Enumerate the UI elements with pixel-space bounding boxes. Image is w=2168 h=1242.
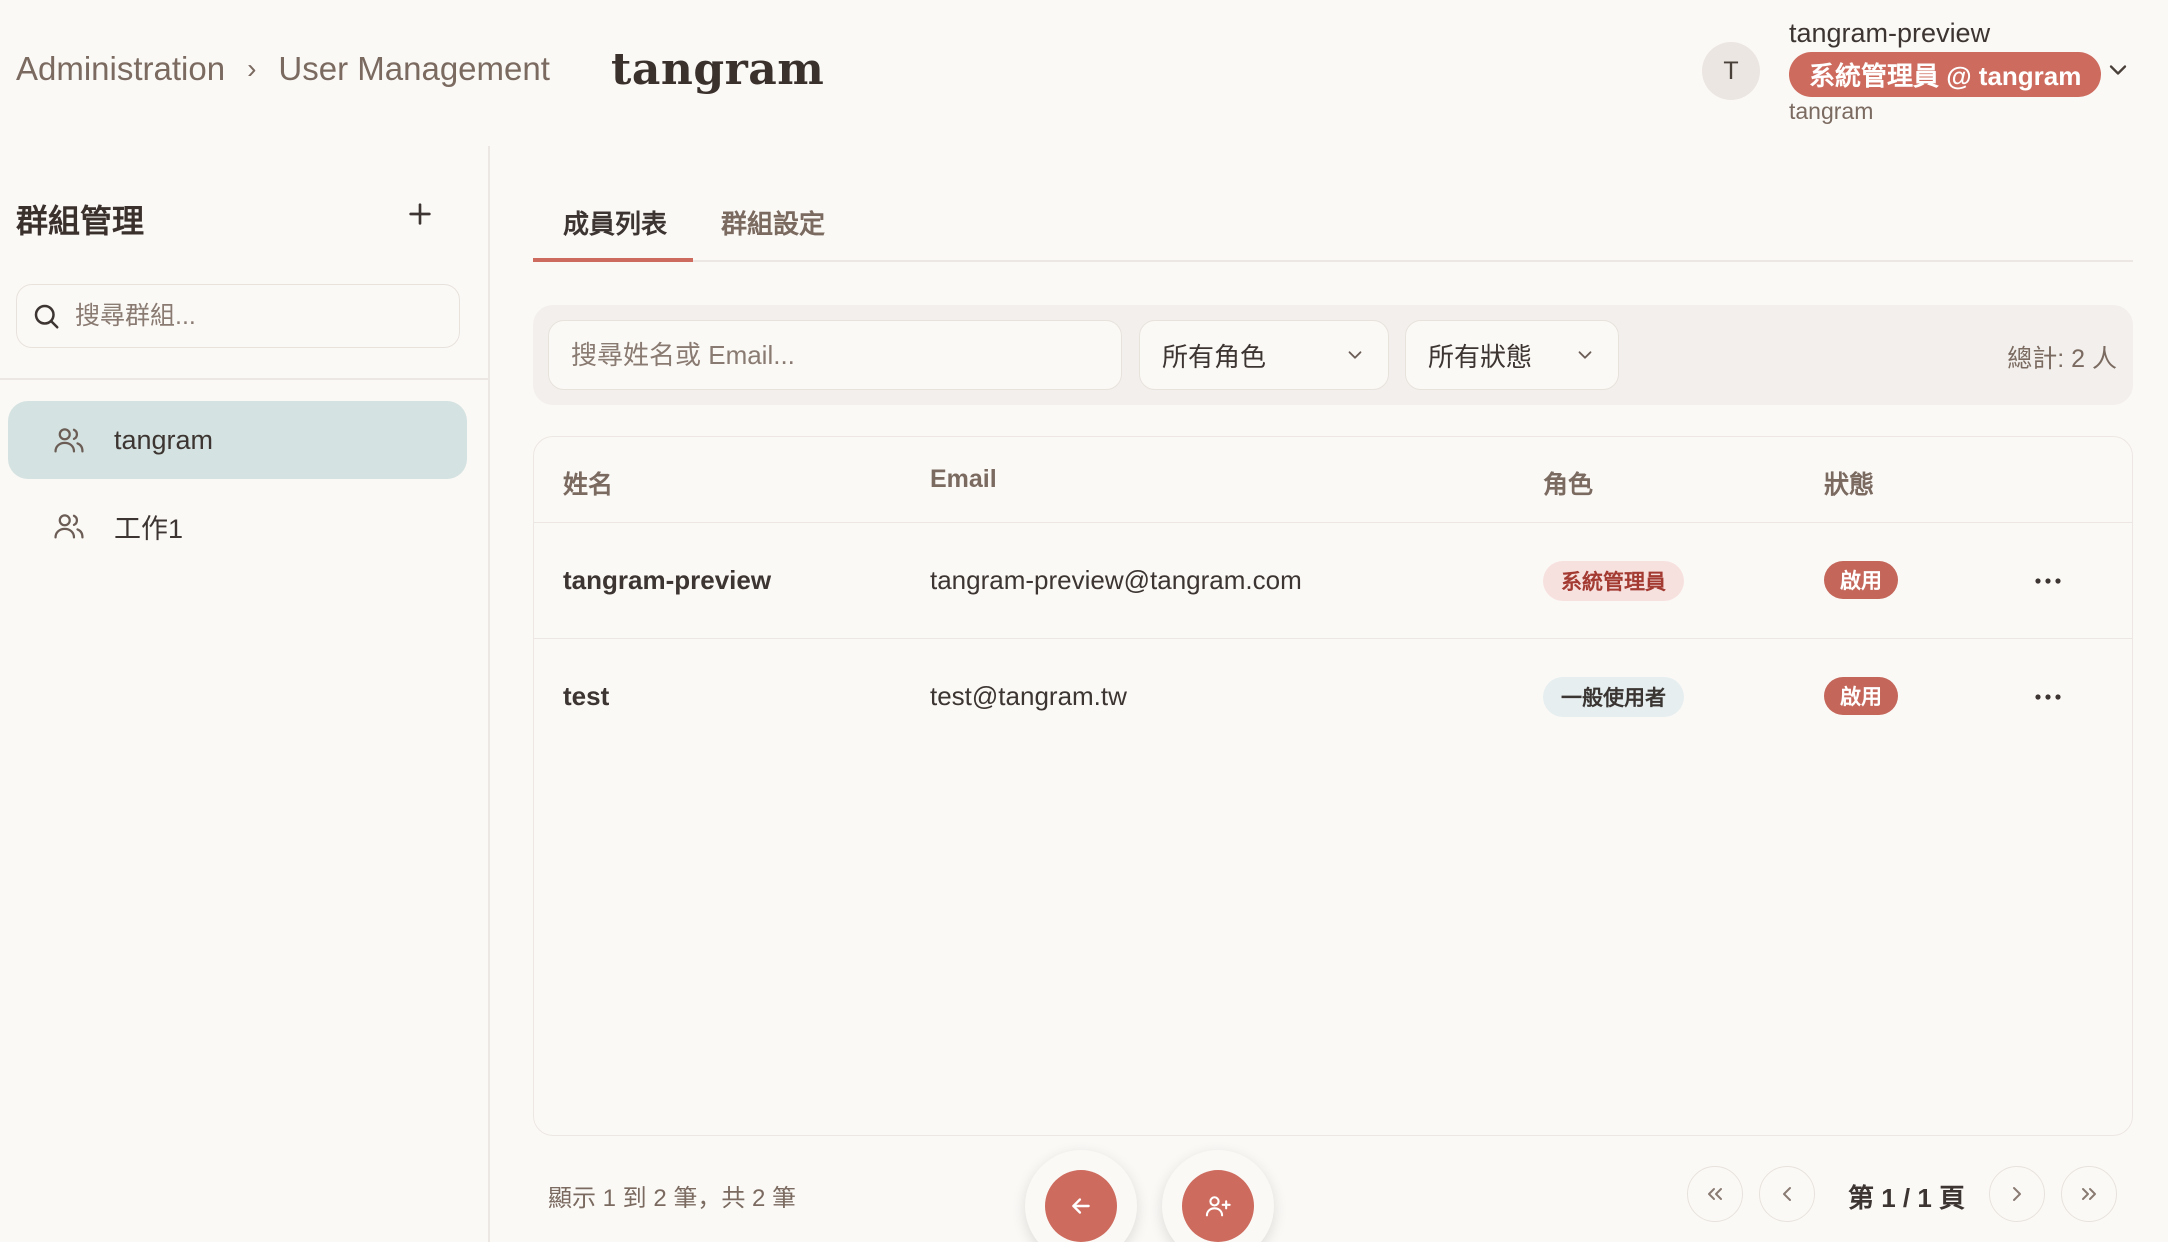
page-indicator: 第 1 / 1 頁 [1848,1183,1966,1213]
sidebar-divider [0,378,488,380]
first-page-button[interactable] [1687,1166,1743,1222]
table-row[interactable]: tangram-preview tangram-preview@tangram.… [534,522,2132,638]
add-member-button[interactable] [1162,1150,1274,1242]
member-total: 總計: 2 人 [2007,345,2117,373]
sidebar-title: 群組管理 [16,202,145,240]
tab-group-settings[interactable]: 群組設定 [721,204,825,260]
header-role: 角色 [1543,471,1594,499]
chevrons-left-icon [1708,1188,1722,1200]
member-name: test [563,681,610,711]
sidebar-item-label: tangram [114,424,214,455]
table-row[interactable]: test test@tangram.tw 一般使用者 啟用 [534,638,2132,754]
breadcrumb-user-management[interactable]: User Management [278,50,549,88]
user-plus-icon [1205,1196,1231,1217]
more-actions-button[interactable] [2026,563,2070,599]
members-table: 姓名 Email 角色 狀態 tangram-preview tangram-p… [533,436,2133,1136]
sidebar-item-work1[interactable]: 工作1 [8,487,467,565]
status-filter-select[interactable]: 所有狀態 [1405,320,1619,390]
member-name: tangram-preview [563,565,772,595]
add-member-button-circle [1182,1170,1254,1242]
active-tab-indicator [533,258,693,262]
chevron-down-icon [1348,351,1362,359]
back-button-circle [1045,1170,1117,1242]
tab-members[interactable]: 成員列表 [563,204,667,260]
avatar[interactable]: T [1702,42,1760,100]
role-badge: 一般使用者 [1543,677,1684,717]
member-search-input[interactable] [548,320,1122,390]
tab-bar: 成員列表 群組設定 [533,190,2133,262]
sidebar-item-tangram[interactable]: tangram [8,401,467,479]
role-badge: 系統管理員 [1543,561,1684,601]
brand-logo[interactable]: tangram [611,44,824,95]
group-search-input[interactable] [75,301,435,331]
header-email: Email [930,465,997,493]
plus-icon[interactable] [404,198,436,230]
next-page-button[interactable] [1989,1166,2045,1222]
role-filter-value: 所有角色 [1162,341,1267,372]
more-actions-button[interactable] [2026,679,2070,715]
prev-page-button[interactable] [1759,1166,1815,1222]
status-filter-value: 所有狀態 [1428,341,1533,372]
chevron-down-icon [1578,351,1592,359]
role-filter-select[interactable]: 所有角色 [1139,320,1389,390]
users-icon [54,514,84,539]
top-header: Administration › User Management tangram… [0,0,2168,146]
sidebar-item-label: 工作1 [114,513,184,544]
user-role-badge: 系統管理員 @ tangram [1789,52,2102,97]
sidebar: 群組管理 tangram 工作1 [0,146,490,1242]
users-icon [54,428,84,453]
group-search[interactable] [16,284,460,348]
status-badge: 啟用 [1824,561,1898,599]
member-email: tangram-preview@tangram.com [930,565,1302,595]
breadcrumb: Administration › User Management [16,50,550,88]
chevron-right-icon: › [247,53,257,84]
breadcrumb-administration[interactable]: Administration [16,50,225,88]
last-page-button[interactable] [2061,1166,2117,1222]
pagination-summary: 顯示 1 到 2 筆，共 2 筆 [548,1185,797,1212]
more-horizontal-icon [2035,694,2061,700]
back-button[interactable] [1025,1150,1137,1242]
member-email: test@tangram.tw [930,681,1127,711]
header-name: 姓名 [563,471,614,499]
search-icon [34,304,59,329]
header-status: 狀態 [1824,471,1875,499]
chevrons-right-icon [2082,1188,2096,1200]
chevron-right-icon [2013,1187,2021,1201]
user-org: tangram [1789,98,1874,124]
chevron-left-icon [1783,1187,1791,1201]
filter-bar: 所有角色 所有狀態 總計: 2 人 [533,305,2133,405]
more-horizontal-icon [2035,578,2061,584]
arrow-left-icon [1072,1198,1090,1214]
chevron-down-icon[interactable] [2104,56,2132,84]
status-badge: 啟用 [1824,677,1898,715]
user-name: tangram-preview [1789,18,1991,48]
